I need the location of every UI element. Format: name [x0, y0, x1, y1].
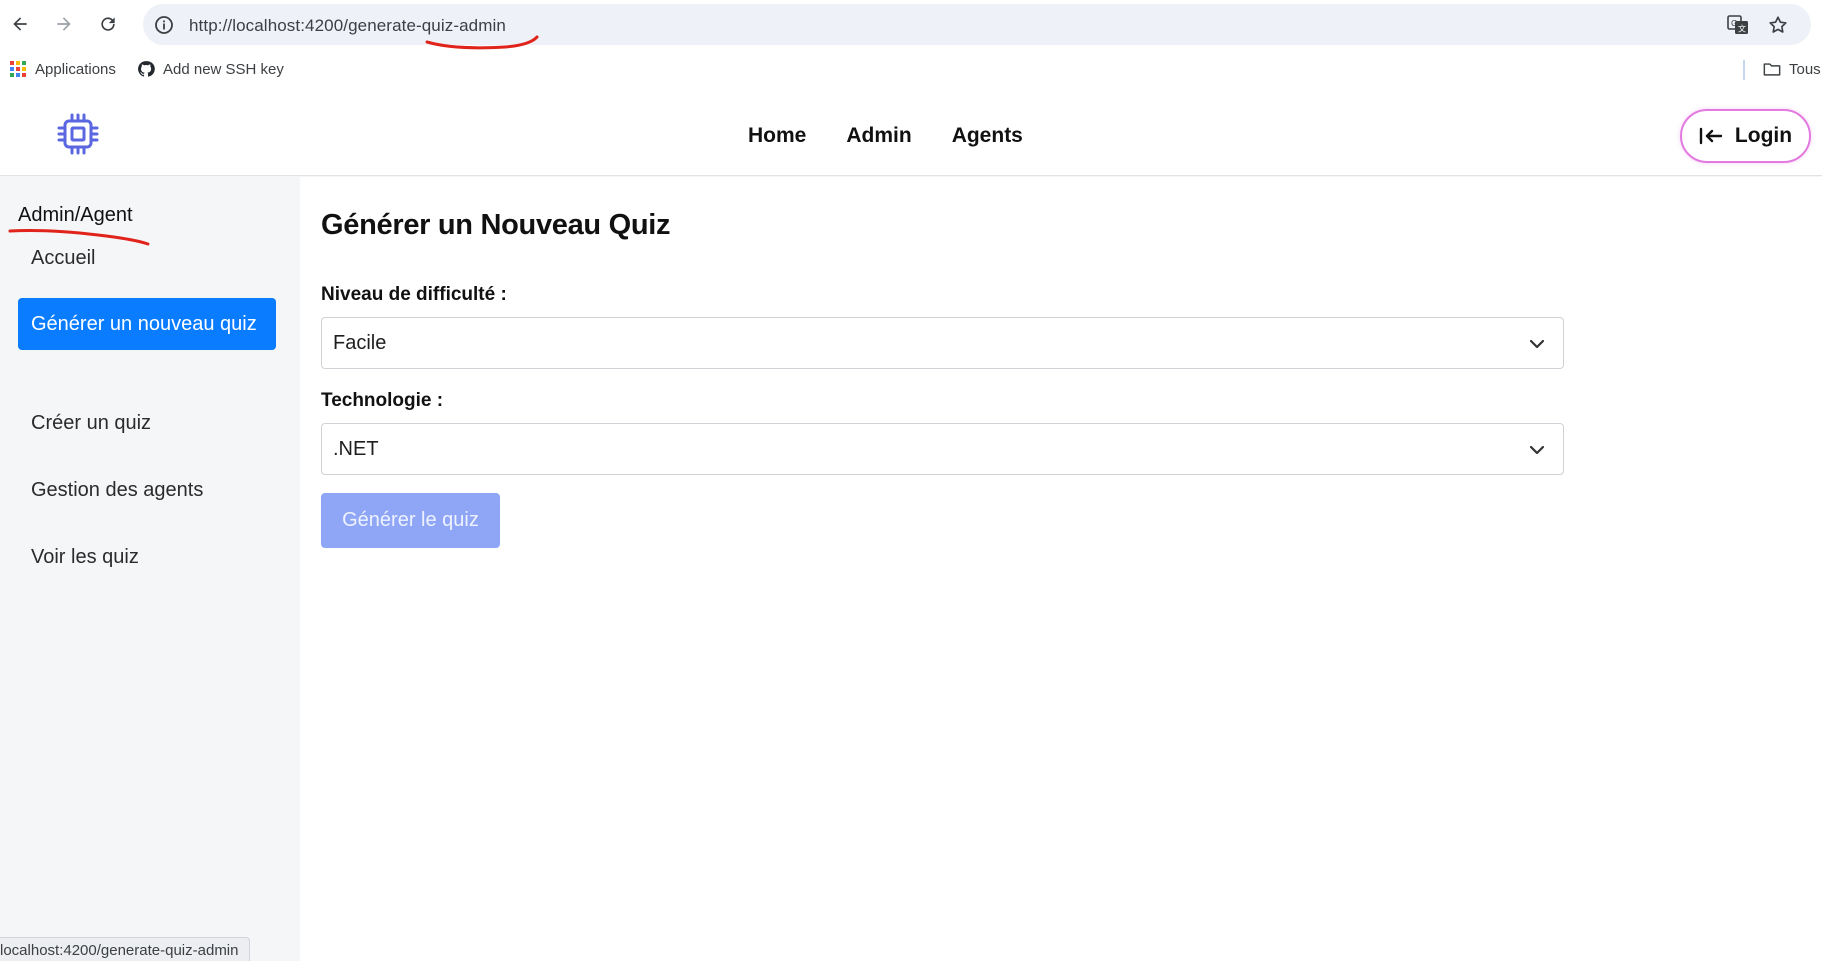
bookmarks-separator — [1743, 60, 1745, 80]
nav-agents-link[interactable]: Agents — [952, 124, 1023, 148]
apps-grid-icon — [10, 61, 26, 77]
bookmarks-bar: Applications Add new SSH key Tous — [0, 50, 1822, 90]
site-info-icon[interactable] — [154, 15, 174, 35]
nav-home-link[interactable]: Home — [748, 124, 806, 148]
difficulty-label: Niveau de difficulté : — [321, 284, 507, 305]
sidebar-item-view-quizzes[interactable]: Voir les quiz — [18, 542, 276, 572]
login-label: Login — [1734, 124, 1793, 147]
app-header: Home Admin Agents Login — [0, 90, 1822, 176]
nav-admin-link[interactable]: Admin — [846, 124, 911, 148]
technology-value: .NET — [333, 438, 379, 460]
browser-toolbar: http://localhost:4200/generate-quiz-admi… — [0, 0, 1822, 50]
main-nav: Home Admin Agents — [748, 124, 1023, 148]
page-title: Générer un Nouveau Quiz — [321, 209, 671, 241]
status-bar-url: localhost:4200/generate-quiz-admin — [0, 937, 250, 961]
svg-text:G: G — [1731, 19, 1737, 28]
reload-icon[interactable] — [96, 12, 120, 36]
login-button[interactable]: Login — [1680, 109, 1811, 163]
back-icon[interactable] — [8, 12, 32, 36]
difficulty-select[interactable]: Facile — [321, 317, 1564, 369]
sidebar-item-accueil[interactable]: Accueil — [18, 243, 276, 273]
bookmark-label: Add new SSH key — [163, 60, 284, 78]
generate-quiz-button[interactable]: Générer le quiz — [321, 493, 500, 548]
main-content: Générer un Nouveau Quiz Niveau de diffic… — [300, 177, 1822, 961]
chevron-down-icon — [1529, 445, 1545, 455]
bookmark-ssh-key[interactable]: Add new SSH key — [137, 60, 284, 78]
github-icon — [138, 61, 155, 77]
bookmark-label: Tous — [1789, 60, 1821, 78]
difficulty-value: Facile — [333, 332, 387, 354]
bookmark-applications[interactable]: Applications — [9, 60, 116, 78]
cpu-chip-logo-icon[interactable] — [56, 112, 100, 156]
login-arrow-icon — [1699, 127, 1723, 145]
url-text[interactable]: http://localhost:4200/generate-quiz-admi… — [189, 16, 506, 36]
sidebar-item-generate-quiz[interactable]: Générer un nouveau quiz — [18, 298, 276, 350]
bookmark-folder-all[interactable]: Tous — [1763, 60, 1821, 78]
sidebar-title: Admin/Agent — [18, 204, 133, 226]
translate-icon[interactable]: G 文 — [1727, 14, 1749, 36]
bookmark-label: Applications — [35, 60, 116, 78]
folder-icon — [1763, 63, 1781, 76]
technology-label: Technologie : — [321, 390, 444, 411]
forward-icon[interactable] — [52, 12, 76, 36]
svg-text:文: 文 — [1738, 24, 1746, 34]
chevron-down-icon — [1529, 339, 1545, 349]
sidebar: Admin/Agent Accueil Générer un nouveau q… — [0, 177, 300, 961]
address-bar[interactable]: http://localhost:4200/generate-quiz-admi… — [143, 4, 1811, 45]
bookmark-star-icon[interactable] — [1767, 14, 1789, 36]
sidebar-item-create-quiz[interactable]: Créer un quiz — [18, 408, 276, 438]
sidebar-item-manage-agents[interactable]: Gestion des agents — [18, 475, 276, 505]
technology-select[interactable]: .NET — [321, 423, 1564, 475]
